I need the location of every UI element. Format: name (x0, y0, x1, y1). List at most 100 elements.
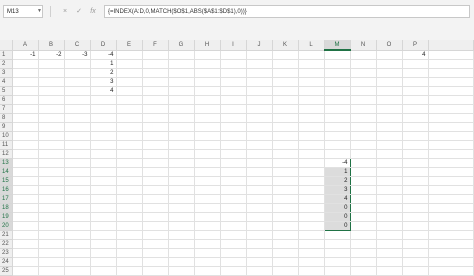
cell-b9[interactable] (38, 122, 65, 132)
cell-b13[interactable] (38, 158, 65, 168)
cell-g7[interactable] (168, 104, 195, 114)
cell-d14[interactable] (90, 167, 117, 177)
row-header[interactable]: 7 (0, 104, 13, 114)
cell-j25[interactable] (246, 266, 273, 276)
cell-h12[interactable] (194, 149, 221, 159)
cell-b21[interactable] (38, 230, 65, 240)
cell-c6[interactable] (64, 95, 91, 105)
cell-j12[interactable] (246, 149, 273, 159)
cell-b1[interactable]: -2 (38, 50, 65, 60)
cell-e21[interactable] (116, 230, 143, 240)
cell-h6[interactable] (194, 95, 221, 105)
column-header-a[interactable]: A (12, 40, 39, 51)
cell-c12[interactable] (64, 149, 91, 159)
cell-e19[interactable] (116, 212, 143, 222)
cell-h8[interactable] (194, 113, 221, 123)
cell-p13[interactable] (402, 158, 429, 168)
cell-p25[interactable] (402, 266, 429, 276)
select-all-corner[interactable] (0, 40, 13, 51)
cell-b15[interactable] (38, 176, 65, 186)
cell-j23[interactable] (246, 248, 273, 258)
cell-b5[interactable] (38, 86, 65, 96)
cell-b11[interactable] (38, 140, 65, 150)
cell-h19[interactable] (194, 212, 221, 222)
cell-g5[interactable] (168, 86, 195, 96)
cell-p24[interactable] (402, 257, 429, 267)
row-header[interactable]: 3 (0, 68, 13, 78)
row-header[interactable]: 13 (0, 158, 13, 168)
cell-a8[interactable] (12, 113, 39, 123)
cell-b19[interactable] (38, 212, 65, 222)
cell-o6[interactable] (376, 95, 403, 105)
cell-c22[interactable] (64, 239, 91, 249)
cell-l2[interactable] (298, 59, 325, 69)
cell-m6[interactable] (324, 95, 351, 105)
cell-g3[interactable] (168, 68, 195, 78)
cell-j11[interactable] (246, 140, 273, 150)
cell-n3[interactable] (350, 68, 377, 78)
cell-filler[interactable] (428, 176, 474, 186)
cell-g20[interactable] (168, 221, 195, 231)
cell-f19[interactable] (142, 212, 169, 222)
cell-f20[interactable] (142, 221, 169, 231)
cell-f2[interactable] (142, 59, 169, 69)
cell-d7[interactable] (90, 104, 117, 114)
cell-h5[interactable] (194, 86, 221, 96)
cell-l13[interactable] (298, 158, 325, 168)
cell-h10[interactable] (194, 131, 221, 141)
cell-k3[interactable] (272, 68, 299, 78)
cell-a11[interactable] (12, 140, 39, 150)
cell-filler[interactable] (428, 149, 474, 159)
cell-m19[interactable]: 0 (323, 212, 351, 222)
cell-n22[interactable] (350, 239, 377, 249)
cell-g23[interactable] (168, 248, 195, 258)
cell-c11[interactable] (64, 140, 91, 150)
column-header-c[interactable]: C (64, 40, 91, 51)
cell-filler[interactable] (428, 95, 474, 105)
cell-i16[interactable] (220, 185, 247, 195)
cell-a16[interactable] (12, 185, 39, 195)
cell-c3[interactable] (64, 68, 91, 78)
cell-g12[interactable] (168, 149, 195, 159)
cell-o23[interactable] (376, 248, 403, 258)
cell-n15[interactable] (350, 176, 377, 186)
cell-e9[interactable] (116, 122, 143, 132)
cell-j5[interactable] (246, 86, 273, 96)
cell-g14[interactable] (168, 167, 195, 177)
cell-d17[interactable] (90, 194, 117, 204)
cell-d15[interactable] (90, 176, 117, 186)
cell-f17[interactable] (142, 194, 169, 204)
cell-e17[interactable] (116, 194, 143, 204)
cell-a19[interactable] (12, 212, 39, 222)
cell-c9[interactable] (64, 122, 91, 132)
cell-i8[interactable] (220, 113, 247, 123)
cell-n4[interactable] (350, 77, 377, 87)
cell-k16[interactable] (272, 185, 299, 195)
column-header-b[interactable]: B (38, 40, 65, 51)
cell-a2[interactable] (12, 59, 39, 69)
cell-c1[interactable]: -3 (64, 50, 91, 60)
row-header[interactable]: 10 (0, 131, 13, 141)
cell-l4[interactable] (298, 77, 325, 87)
cell-o24[interactable] (376, 257, 403, 267)
cell-p17[interactable] (402, 194, 429, 204)
cell-n24[interactable] (350, 257, 377, 267)
cell-h17[interactable] (194, 194, 221, 204)
row-header[interactable]: 20 (0, 221, 13, 231)
row-header[interactable]: 23 (0, 248, 13, 258)
cell-j16[interactable] (246, 185, 273, 195)
cell-e12[interactable] (116, 149, 143, 159)
column-header-f[interactable]: F (142, 40, 169, 51)
cell-n16[interactable] (350, 185, 377, 195)
cell-g24[interactable] (168, 257, 195, 267)
cell-i3[interactable] (220, 68, 247, 78)
cell-g16[interactable] (168, 185, 195, 195)
cell-m3[interactable] (324, 68, 351, 78)
cell-p21[interactable] (402, 230, 429, 240)
cell-b24[interactable] (38, 257, 65, 267)
cell-i11[interactable] (220, 140, 247, 150)
cell-l20[interactable] (298, 221, 325, 231)
cell-k14[interactable] (272, 167, 299, 177)
cell-i4[interactable] (220, 77, 247, 87)
column-header-k[interactable]: K (272, 40, 299, 51)
